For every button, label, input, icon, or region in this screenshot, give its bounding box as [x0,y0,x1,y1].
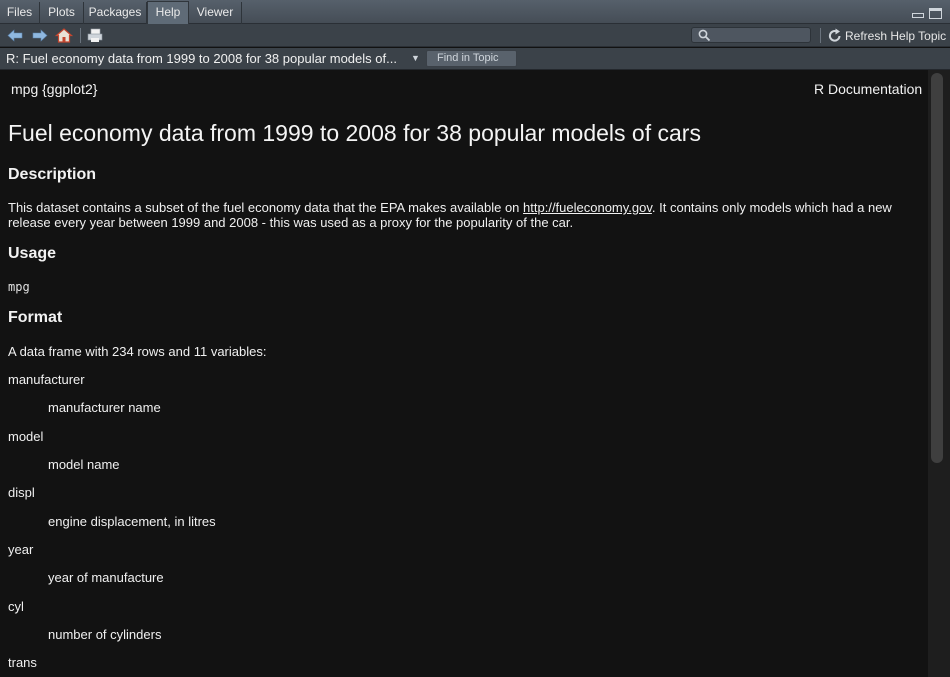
variable-description: engine displacement, in litres [48,514,216,529]
page-title: Fuel economy data from 1999 to 2008 for … [8,120,701,146]
help-search-input[interactable] [714,28,808,42]
minimize-pane-icon[interactable] [912,13,924,18]
variable-name: trans [8,655,37,670]
tab-help-label: Help [155,5,181,19]
maximize-pane-icon[interactable] [929,8,942,19]
find-in-topic-button[interactable]: Find in Topic [426,50,517,67]
topic-title-dropdown[interactable]: R: Fuel economy data from 1999 to 2008 f… [6,51,397,66]
chevron-down-icon[interactable]: ▼ [411,53,420,63]
refresh-icon [828,28,841,42]
tab-files[interactable]: Files [0,2,40,24]
help-toolbar: Refresh Help Topic [0,24,950,47]
variable-description: model name [48,457,120,472]
description-text: This dataset contains a subset of the fu… [8,200,524,215]
help-document: mpg {ggplot2} R Documentation Fuel econo… [0,70,928,677]
fueleconomy-link[interactable]: http://fueleconomy.gov [523,200,652,215]
format-heading: Format [8,309,63,326]
back-arrow-icon[interactable] [6,27,24,44]
tab-help[interactable]: Help [147,1,189,25]
tab-plots[interactable]: Plots [40,2,84,24]
print-icon[interactable] [86,27,104,44]
doc-header-package: mpg {ggplot2} [11,81,98,97]
search-icon [698,29,711,42]
usage-heading: Usage [8,245,57,262]
tab-viewer-label: Viewer [196,5,234,19]
variable-name: manufacturer [8,372,85,387]
home-icon[interactable] [55,27,73,44]
format-paragraph: A data frame with 234 rows and 11 variab… [8,344,267,359]
help-search-field[interactable] [691,27,811,43]
tab-files-label: Files [6,5,33,19]
variable-description: number of cylinders [48,627,162,642]
pane-tab-bar: Files Plots Packages Help Viewer [0,0,950,25]
scrollbar-thumb[interactable] [931,73,943,463]
usage-code: mpg [8,280,30,294]
forward-arrow-icon[interactable] [31,27,49,44]
variable-name: model [8,429,44,444]
description-paragraph: This dataset contains a subset of the fu… [8,200,920,230]
doc-header-source: R Documentation [814,81,923,97]
variable-name: year [8,542,34,557]
tab-packages[interactable]: Packages [84,2,147,24]
description-heading: Description [8,166,97,183]
variable-description: year of manufacture [48,570,164,585]
find-in-topic-label: Find in Topic [437,52,499,64]
tab-viewer[interactable]: Viewer [189,2,242,24]
variable-name: cyl [8,599,24,614]
variable-name: displ [8,485,35,500]
variable-description: manufacturer name [48,400,161,415]
tab-packages-label: Packages [88,5,142,19]
toolbar-divider [820,28,821,43]
toolbar-divider [80,28,81,43]
tab-plots-label: Plots [48,5,75,19]
topic-bar: R: Fuel economy data from 1999 to 2008 f… [0,48,950,70]
refresh-help-topic-label: Refresh Help Topic [845,29,947,43]
